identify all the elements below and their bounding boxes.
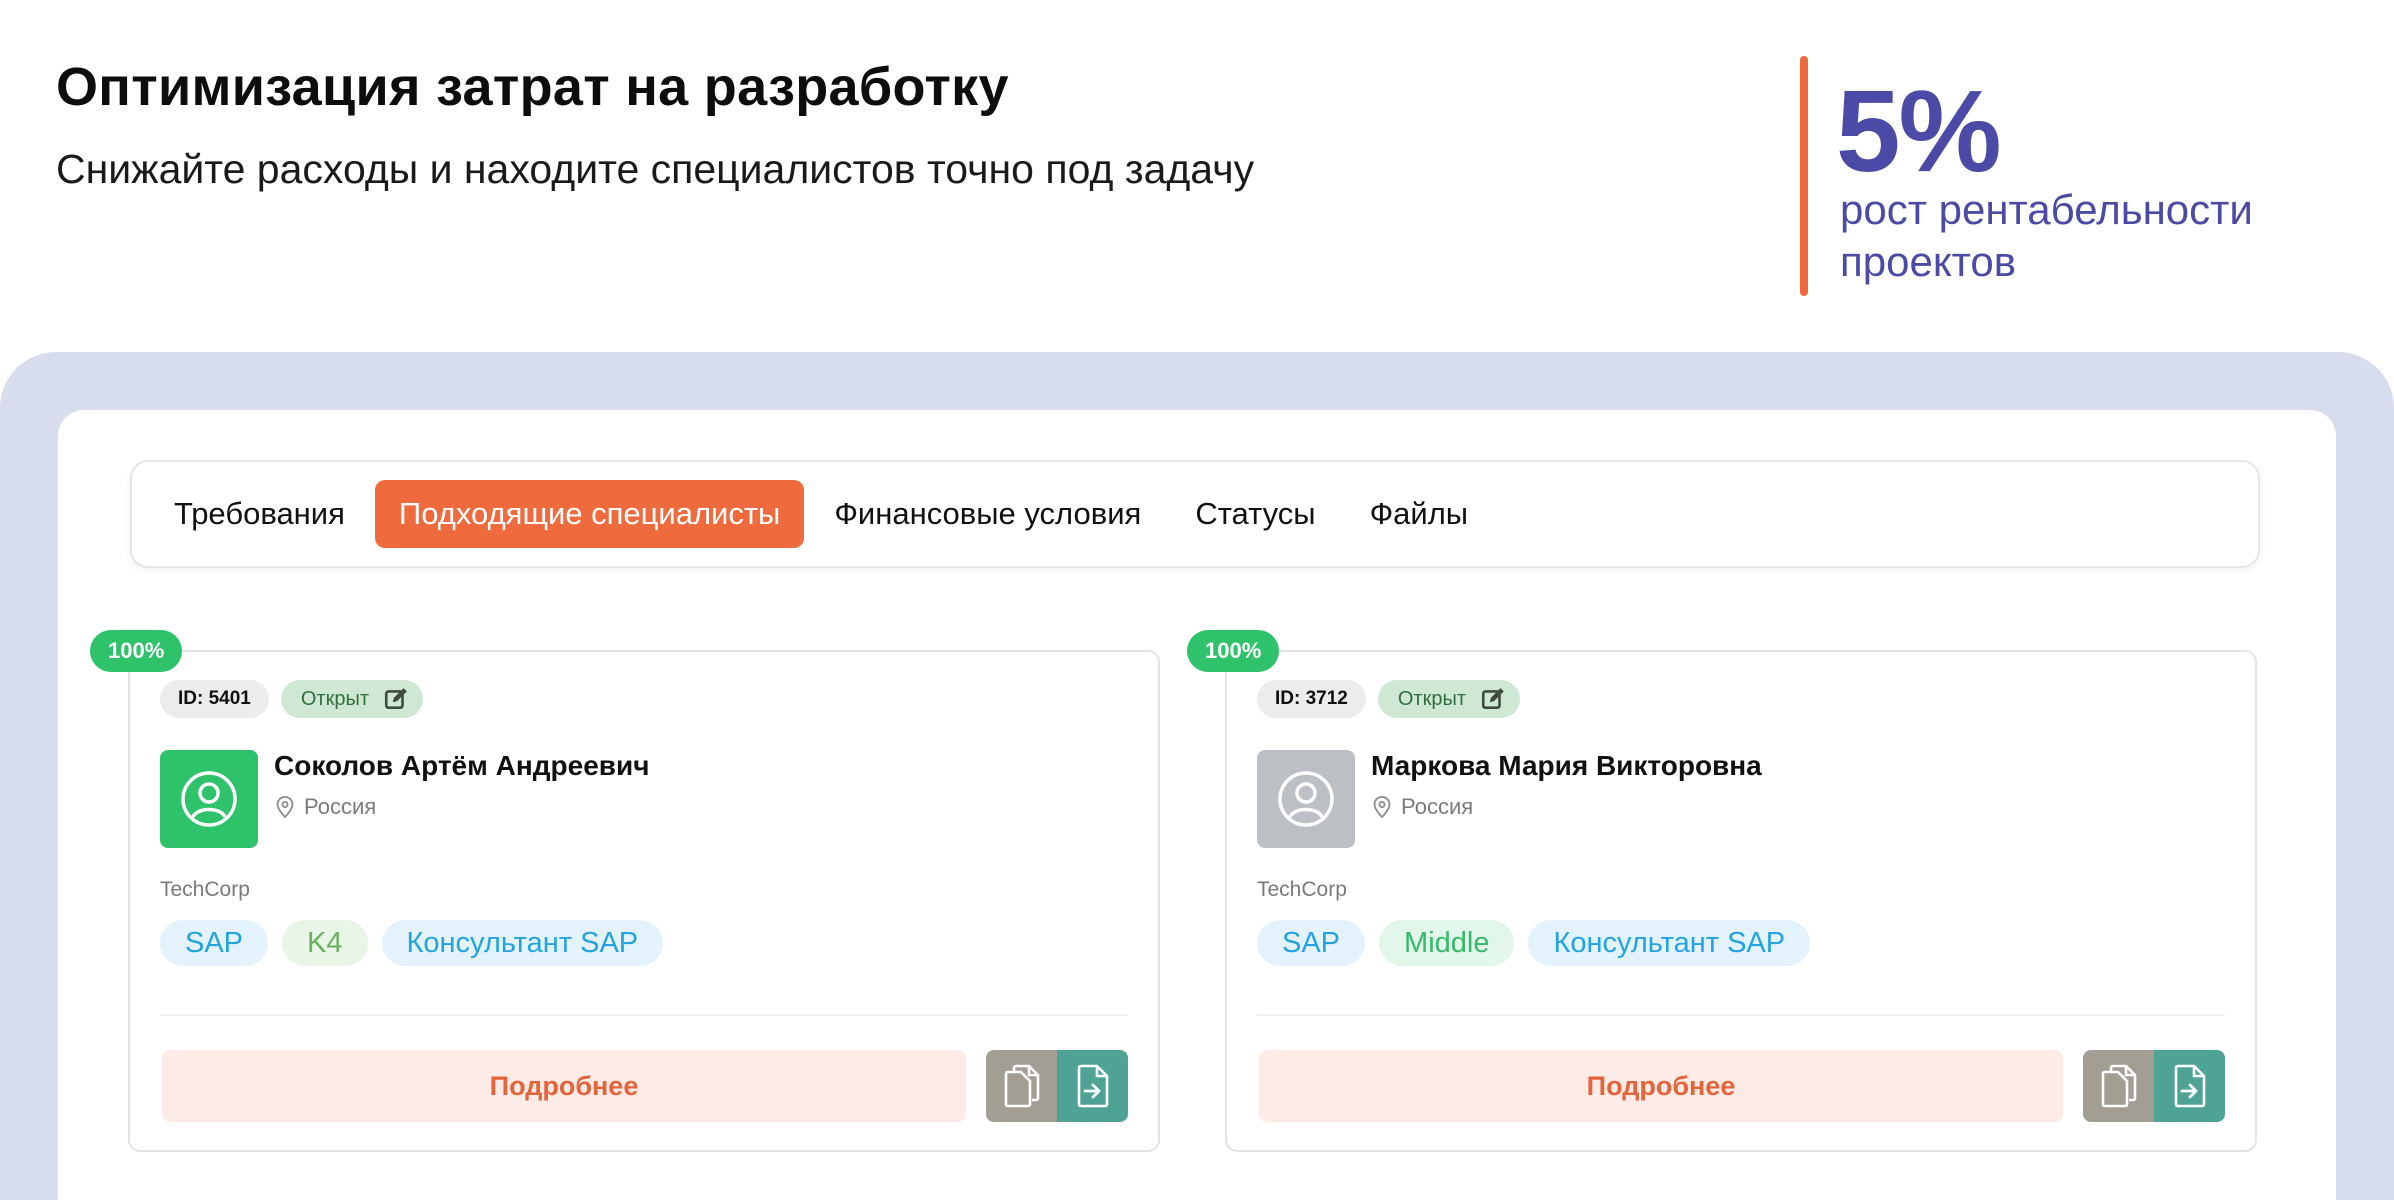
- details-button[interactable]: Подробнее: [162, 1050, 966, 1122]
- status-chip[interactable]: Открыт: [1377, 680, 1520, 718]
- candidate-location: Россия: [276, 794, 376, 820]
- role-tag: Консультант SAP: [381, 920, 664, 966]
- stat-accent-bar: [1800, 56, 1808, 296]
- level-tag: K4: [282, 920, 368, 966]
- page: Оптимизация затрат на разработку Снижайт…: [0, 0, 2394, 1200]
- stat-label: рост рентабельности проектов: [1840, 186, 2253, 285]
- location-label: Россия: [304, 794, 377, 819]
- location-pin-icon: [1373, 796, 1391, 818]
- export-button[interactable]: [2154, 1050, 2225, 1122]
- tab-bar: Требования Подходящие специалисты Финанс…: [130, 460, 2260, 568]
- skill-tag: SAP: [1257, 920, 1366, 966]
- match-badge: 100%: [90, 630, 183, 672]
- page-subtitle: Снижайте расходы и находите специалистов…: [56, 146, 1255, 192]
- skill-tag: SAP: [160, 920, 269, 966]
- file-export-icon: [2174, 1064, 2205, 1108]
- skill-tags: SAP Middle Консультант SAP: [1257, 920, 1811, 966]
- export-button[interactable]: [1057, 1050, 1128, 1122]
- app-panel: Требования Подходящие специалисты Финанс…: [58, 410, 2336, 1200]
- candidate-card: 100% ID: 5401 Открыт Соколов Артём Андре…: [90, 630, 1160, 1152]
- status-label: Открыт: [300, 687, 369, 710]
- stat-value: 5%: [1836, 66, 2002, 196]
- status-chip[interactable]: Открыт: [280, 680, 423, 718]
- candidate-name: Соколов Артём Андреевич: [274, 750, 650, 781]
- match-badge: 100%: [1187, 630, 1280, 672]
- tab-matching-specialists[interactable]: Подходящие специалисты: [374, 480, 805, 548]
- candidate-company: TechCorp: [160, 878, 250, 901]
- avatar: [160, 750, 258, 848]
- edit-icon[interactable]: [1480, 686, 1506, 712]
- details-button[interactable]: Подробнее: [1259, 1050, 2063, 1122]
- card-actions: [2083, 1050, 2225, 1122]
- user-icon: [1278, 771, 1334, 827]
- card-divider: [1257, 1014, 2225, 1016]
- candidate-id-chip: ID: 5401: [160, 680, 269, 718]
- role-tag: Консультант SAP: [1528, 920, 1811, 966]
- candidate-id-chip: ID: 3712: [1257, 680, 1366, 718]
- tab-statuses[interactable]: Статусы: [1171, 480, 1339, 548]
- location-label: Россия: [1401, 794, 1474, 819]
- edit-icon[interactable]: [383, 686, 409, 712]
- file-export-icon: [1077, 1064, 1108, 1108]
- tab-requirements[interactable]: Требования: [150, 480, 369, 548]
- page-title: Оптимизация затрат на разработку: [56, 57, 1009, 117]
- tab-financial-terms[interactable]: Финансовые условия: [810, 480, 1165, 548]
- copy-icon: [2101, 1064, 2136, 1108]
- copy-button[interactable]: [986, 1050, 1057, 1122]
- copy-button[interactable]: [2083, 1050, 2154, 1122]
- avatar: [1257, 750, 1355, 848]
- user-icon: [181, 771, 237, 827]
- card-actions: [986, 1050, 1128, 1122]
- status-label: Открыт: [1397, 687, 1466, 710]
- level-tag: Middle: [1379, 920, 1515, 966]
- candidate-name: Маркова Мария Викторовна: [1371, 750, 1762, 781]
- tab-files[interactable]: Файлы: [1346, 480, 1493, 548]
- location-pin-icon: [276, 796, 294, 818]
- candidate-company: TechCorp: [1257, 878, 1347, 901]
- card-divider: [160, 1014, 1128, 1016]
- candidate-location: Россия: [1373, 794, 1473, 820]
- candidate-card: 100% ID: 3712 Открыт Маркова Мария Викто…: [1187, 630, 2257, 1152]
- copy-icon: [1004, 1064, 1039, 1108]
- skill-tags: SAP K4 Консультант SAP: [160, 920, 664, 966]
